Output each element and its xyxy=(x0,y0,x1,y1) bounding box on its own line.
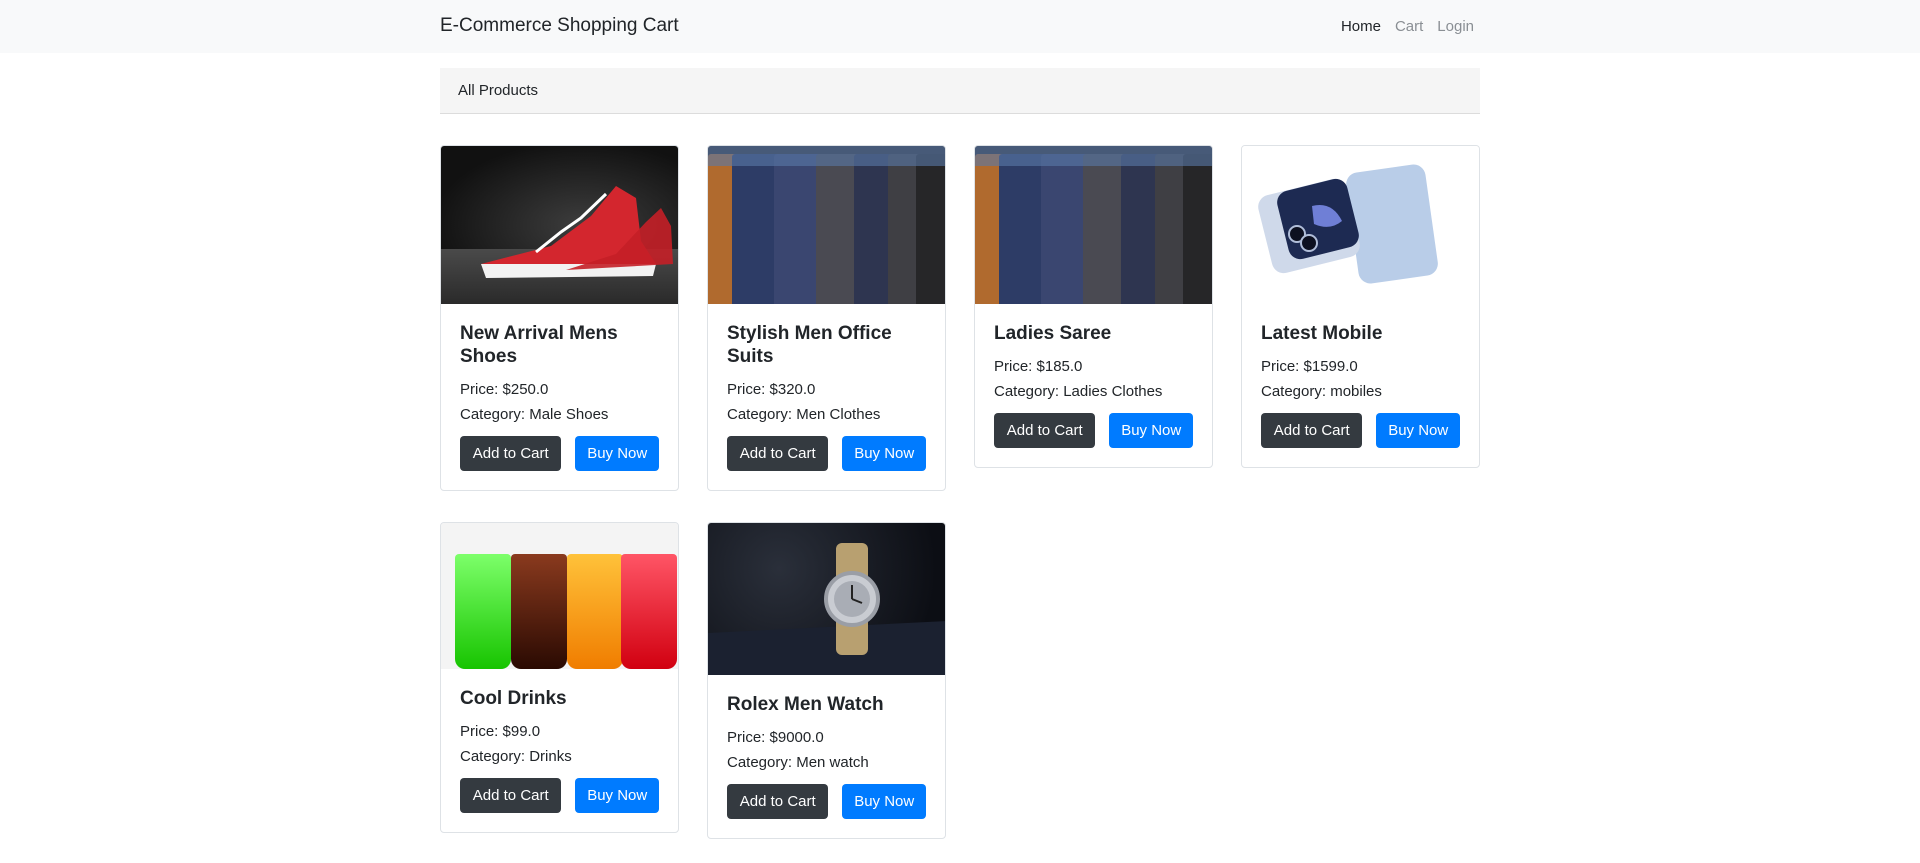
product-price: Price: $320.0 xyxy=(727,381,816,398)
product-card: Rolex Men Watch Price: $9000.0 Category:… xyxy=(707,522,946,839)
watch-image xyxy=(708,523,945,675)
brand-title[interactable]: E-Commerce Shopping Cart xyxy=(440,15,679,37)
breadcrumb: All Products xyxy=(440,68,1480,114)
product-card: Cool Drinks Price: $99.0 Category: Drink… xyxy=(440,522,679,833)
buy-now-button[interactable]: Buy Now xyxy=(575,778,659,813)
add-to-cart-button[interactable]: Add to Cart xyxy=(727,784,829,819)
product-title: Latest Mobile xyxy=(1261,323,1383,344)
product-card: New Arrival Mens Shoes Price: $250.0 Cat… xyxy=(440,145,679,491)
buy-now-button[interactable]: Buy Now xyxy=(842,784,926,819)
product-category: Category: mobiles xyxy=(1261,383,1382,400)
drinks-image xyxy=(441,523,678,669)
suits-image xyxy=(708,146,945,304)
product-price: Price: $9000.0 xyxy=(727,729,824,746)
buy-now-button[interactable]: Buy Now xyxy=(1109,413,1193,448)
add-to-cart-button[interactable]: Add to Cart xyxy=(460,436,562,471)
product-price: Price: $1599.0 xyxy=(1261,358,1358,375)
product-price: Price: $99.0 xyxy=(460,723,541,740)
add-to-cart-button[interactable]: Add to Cart xyxy=(994,413,1096,448)
product-price: Price: $250.0 xyxy=(460,381,549,398)
product-category: Category: Men watch xyxy=(727,754,869,771)
product-title: Rolex Men Watch xyxy=(727,694,884,715)
navbar: E-Commerce Shopping Cart Home Cart Login xyxy=(0,0,1920,53)
nav-links: Home Cart Login xyxy=(1341,18,1474,35)
buy-now-button[interactable]: Buy Now xyxy=(842,436,926,471)
product-title: Cool Drinks xyxy=(460,688,567,709)
product-price: Price: $185.0 xyxy=(994,358,1083,375)
product-category: Category: Ladies Clothes xyxy=(994,383,1163,400)
product-card: Ladies Saree Price: $185.0 Category: Lad… xyxy=(974,145,1213,468)
product-card: Stylish Men Office Suits Price: $320.0 C… xyxy=(707,145,946,491)
add-to-cart-button[interactable]: Add to Cart xyxy=(1261,413,1363,448)
buy-now-button[interactable]: Buy Now xyxy=(575,436,659,471)
breadcrumb-label: All Products xyxy=(458,82,539,99)
sneakers-image xyxy=(441,146,678,304)
nav-login-link[interactable]: Login xyxy=(1437,18,1474,35)
product-title: New Arrival Mens Shoes xyxy=(460,323,618,367)
suits-image xyxy=(975,146,1212,304)
product-category: Category: Male Shoes xyxy=(460,406,609,423)
foldable-phone-image xyxy=(1242,146,1479,304)
nav-home-link[interactable]: Home xyxy=(1341,18,1381,35)
buy-now-button[interactable]: Buy Now xyxy=(1376,413,1460,448)
product-category: Category: Men Clothes xyxy=(727,406,881,423)
add-to-cart-button[interactable]: Add to Cart xyxy=(727,436,829,471)
add-to-cart-button[interactable]: Add to Cart xyxy=(460,778,562,813)
product-title: Stylish Men Office Suits xyxy=(727,323,892,367)
nav-cart-link[interactable]: Cart xyxy=(1395,18,1423,35)
product-category: Category: Drinks xyxy=(460,748,572,765)
product-title: Ladies Saree xyxy=(994,323,1112,344)
product-card: Latest Mobile Price: $1599.0 Category: m… xyxy=(1241,145,1480,468)
